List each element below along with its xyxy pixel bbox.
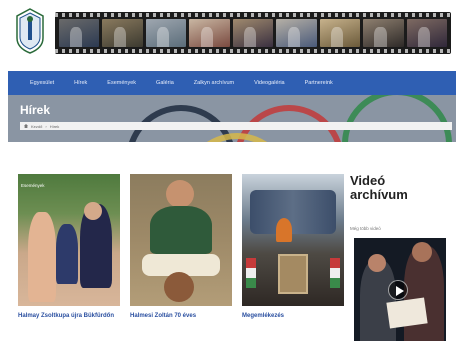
main-navigation: Egyesület Hírek Események Galéria Zalkyn… — [8, 71, 456, 95]
filmstrip-photo — [59, 19, 100, 47]
page-title: Hírek — [20, 103, 51, 117]
video-archive-section: Videó archívum Még több videó — [350, 173, 450, 341]
nav-item-hirek[interactable]: Hírek — [64, 80, 97, 86]
filmstrip-photo — [363, 19, 404, 47]
nav-item-esemenyek[interactable]: Események — [97, 80, 146, 86]
filmstrip-photo — [232, 19, 274, 47]
article-category-tag[interactable]: Események — [21, 183, 45, 188]
page: Egyesület Hírek Események Galéria Zalkyn… — [0, 0, 456, 341]
article-card[interactable]: Megemlékezés — [242, 174, 344, 320]
breadcrumb-separator: › — [45, 123, 47, 129]
article-image[interactable]: Események — [18, 174, 120, 306]
site-header — [0, 0, 456, 70]
nav-item-archivum[interactable]: Zalkyn archívum — [184, 80, 244, 86]
article-image[interactable] — [242, 174, 344, 306]
logo-emblem-icon[interactable] — [16, 8, 44, 54]
video-thumbnail[interactable] — [354, 238, 446, 341]
filmstrip-photo — [102, 19, 143, 47]
article-title[interactable]: Megemlékezés — [242, 312, 344, 320]
article-card[interactable]: Halmesi Zoltán 70 éves — [130, 174, 232, 320]
video-more-link[interactable]: Még több videó — [350, 226, 450, 231]
nav-item-partnereink[interactable]: Partnereink — [295, 80, 343, 86]
video-archive-heading: Videó archívum — [350, 173, 408, 202]
article-title[interactable]: Halmesi Zoltán 70 éves — [130, 312, 232, 320]
filmstrip-photo — [145, 19, 187, 47]
home-icon[interactable] — [24, 124, 28, 128]
nav-item-videogaleria[interactable]: Videogaléria — [244, 80, 294, 86]
play-icon[interactable] — [388, 280, 408, 300]
article-image[interactable] — [130, 174, 232, 306]
filmstrip-photo — [406, 19, 447, 47]
breadcrumb: Kezdő › Hírek — [20, 122, 452, 130]
filmstrip-photo — [276, 19, 317, 47]
nav-item-galeria[interactable]: Galéria — [146, 80, 184, 86]
breadcrumb-current: Hírek — [49, 123, 60, 129]
header-photo-filmstrip — [55, 12, 451, 54]
nav-item-egyesulet[interactable]: Egyesület — [20, 80, 64, 86]
filmstrip-photo — [319, 19, 361, 47]
breadcrumb-home[interactable]: Kezdő — [31, 124, 42, 129]
page-banner: Hírek Kezdő › Hírek — [8, 95, 456, 142]
article-title[interactable]: Halmay Zsoltkupa újra Bükfürdőn — [18, 312, 120, 320]
filmstrip-photo — [189, 19, 230, 47]
article-card[interactable]: Események Halmay Zsoltkupa újra Bükfürdő… — [18, 174, 120, 320]
olympic-ring — [342, 95, 452, 142]
